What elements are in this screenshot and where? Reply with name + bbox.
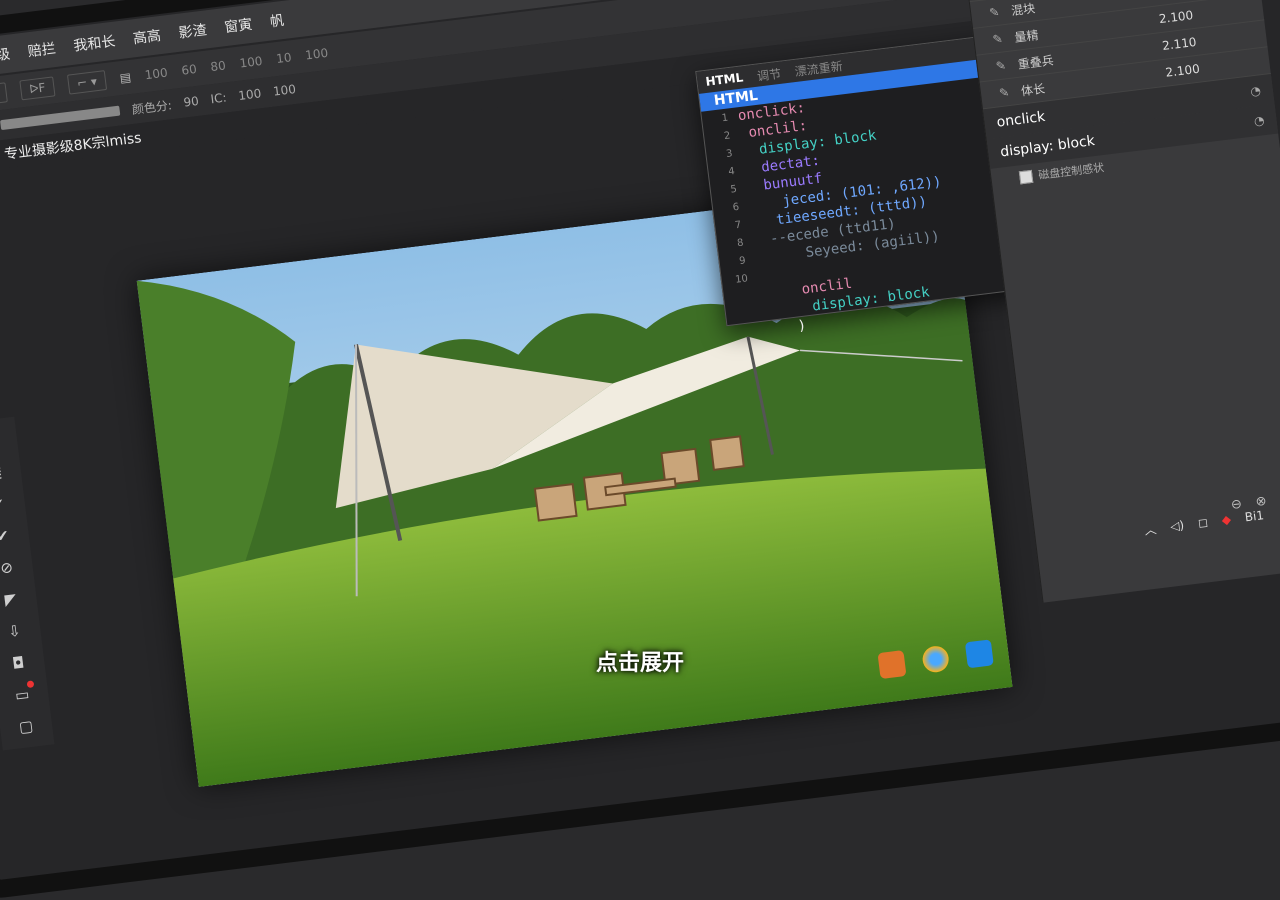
property-value[interactable]: 2.100: [1158, 8, 1194, 26]
magic-wand-tool-icon[interactable]: ✔: [0, 524, 15, 549]
menu-item-0[interactable]: 画影级: [0, 44, 11, 69]
row3-label-3: 100: [238, 86, 262, 103]
pen-tool-icon[interactable]: ◤: [0, 587, 23, 612]
row3-label-1: 90: [183, 94, 200, 110]
section-onclick-label: onclick: [996, 109, 1046, 131]
tab-adjust[interactable]: 调节: [756, 64, 782, 84]
option-arrow[interactable]: ⌐ ▾: [67, 70, 107, 94]
menu-item-1[interactable]: 赔拦: [27, 38, 57, 61]
frame-tool-icon[interactable]: ▢: [14, 714, 39, 739]
menu-item-3[interactable]: 高高: [132, 25, 162, 48]
line-number: 10: [721, 269, 749, 290]
property-value[interactable]: 2.110: [1161, 35, 1197, 53]
checkbox-label: 磁盘控制感状: [1037, 159, 1104, 183]
property-label: 体长: [1020, 79, 1046, 99]
code-body[interactable]: onclick: onclil: display: block dectat: …: [737, 84, 958, 340]
tab-html[interactable]: HTML: [705, 70, 744, 89]
video-subtitle: 点击展开: [0, 645, 1280, 677]
row3-label-2: IC:: [210, 90, 228, 106]
option-dropdown[interactable]: ▾ ◂: [0, 82, 8, 106]
property-value[interactable]: 2.100: [1165, 62, 1201, 80]
option-num-4: 10: [275, 50, 292, 66]
edit-icon: ✎: [998, 85, 1012, 100]
layer-tool-icon[interactable]: ▭: [10, 683, 35, 708]
speaker-icon[interactable]: ◁): [1169, 518, 1185, 534]
checkbox-box[interactable]: [1019, 169, 1033, 183]
clock-text: Bi1: [1244, 508, 1265, 524]
marquee-tool-icon[interactable]: ⬚: [0, 460, 7, 485]
option-num-3: 100: [239, 54, 263, 71]
edit-icon: ✎: [995, 58, 1009, 73]
menu-item-2[interactable]: 我和长: [72, 31, 116, 56]
option-f-field[interactable]: ᐅF: [19, 76, 55, 100]
option-num-5: 100: [304, 46, 328, 63]
option-num-2: 80: [210, 58, 227, 74]
opacity-slider[interactable]: [0, 106, 120, 131]
move-tool-icon[interactable]: ↕: [0, 428, 3, 453]
network-icon[interactable]: ◻: [1197, 515, 1209, 530]
antivirus-icon[interactable]: ◆: [1221, 512, 1232, 527]
crop-tool-icon[interactable]: ⊘: [0, 555, 19, 580]
section-display-label: display: block: [999, 133, 1095, 160]
property-label: 重叠兵: [1017, 51, 1055, 72]
layer-icon[interactable]: ▤: [119, 70, 132, 85]
download-tool-icon[interactable]: ⇩: [2, 619, 27, 644]
line-number: [728, 323, 756, 344]
lasso-tool-icon[interactable]: ✓: [0, 492, 11, 517]
edit-icon: ✎: [992, 31, 1006, 46]
eye-icon[interactable]: ◔: [1250, 83, 1262, 98]
row3-label-0: 颜色分:: [131, 96, 173, 118]
eye-icon[interactable]: ◔: [1253, 113, 1265, 128]
option-num-1: 60: [181, 62, 198, 78]
chevron-up-icon[interactable]: ︿: [1143, 520, 1157, 538]
property-label: 量精: [1013, 26, 1039, 46]
menu-item-6[interactable]: 帆: [269, 10, 285, 32]
row3-label-4: 100: [272, 82, 296, 99]
menu-item-4[interactable]: 影渣: [177, 19, 207, 42]
property-label: 混块: [1010, 0, 1036, 19]
menu-item-5[interactable]: 窗寅: [223, 14, 253, 37]
option-num-0: 100: [144, 65, 168, 82]
edit-icon: ✎: [988, 4, 1002, 19]
